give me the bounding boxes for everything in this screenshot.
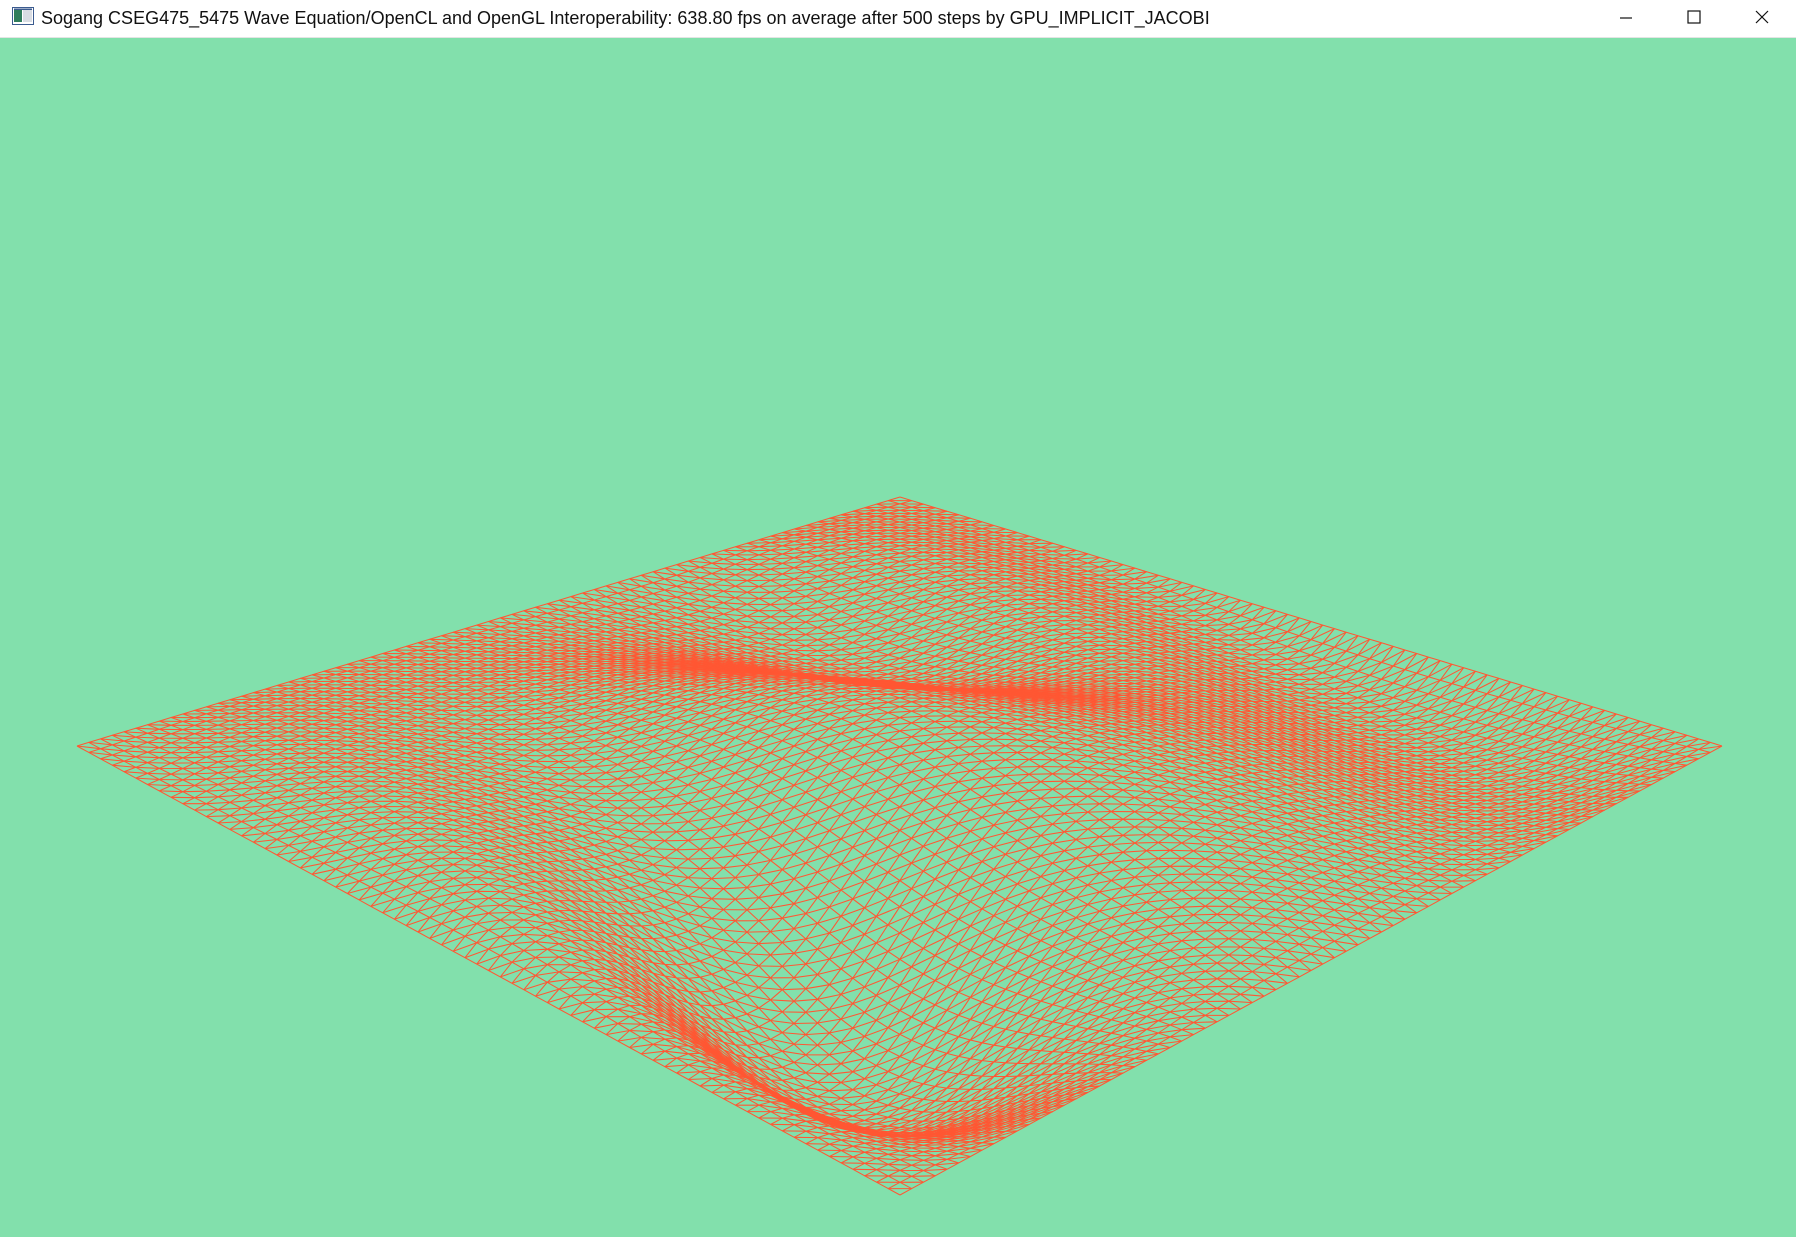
window-title: Sogang CSEG475_5475 Wave Equation/OpenCL… xyxy=(41,8,1210,28)
opengl-window: Sogang CSEG475_5475 Wave Equation/OpenCL… xyxy=(0,0,1796,1237)
close-button[interactable] xyxy=(1728,0,1796,34)
close-icon xyxy=(1755,10,1769,24)
maximize-button[interactable] xyxy=(1660,0,1728,34)
minimize-button[interactable] xyxy=(1592,0,1660,34)
title-bar[interactable]: Sogang CSEG475_5475 Wave Equation/OpenCL… xyxy=(0,0,1796,38)
opengl-window-icon[interactable] xyxy=(12,7,34,25)
minimize-icon xyxy=(1620,17,1632,19)
mesh-line-diagonal xyxy=(864,1175,936,1177)
render-canvas[interactable] xyxy=(0,38,1796,1237)
maximize-icon xyxy=(1687,10,1701,24)
mesh-line-diagonal xyxy=(864,506,936,509)
wave-mesh-view xyxy=(0,38,1796,1237)
